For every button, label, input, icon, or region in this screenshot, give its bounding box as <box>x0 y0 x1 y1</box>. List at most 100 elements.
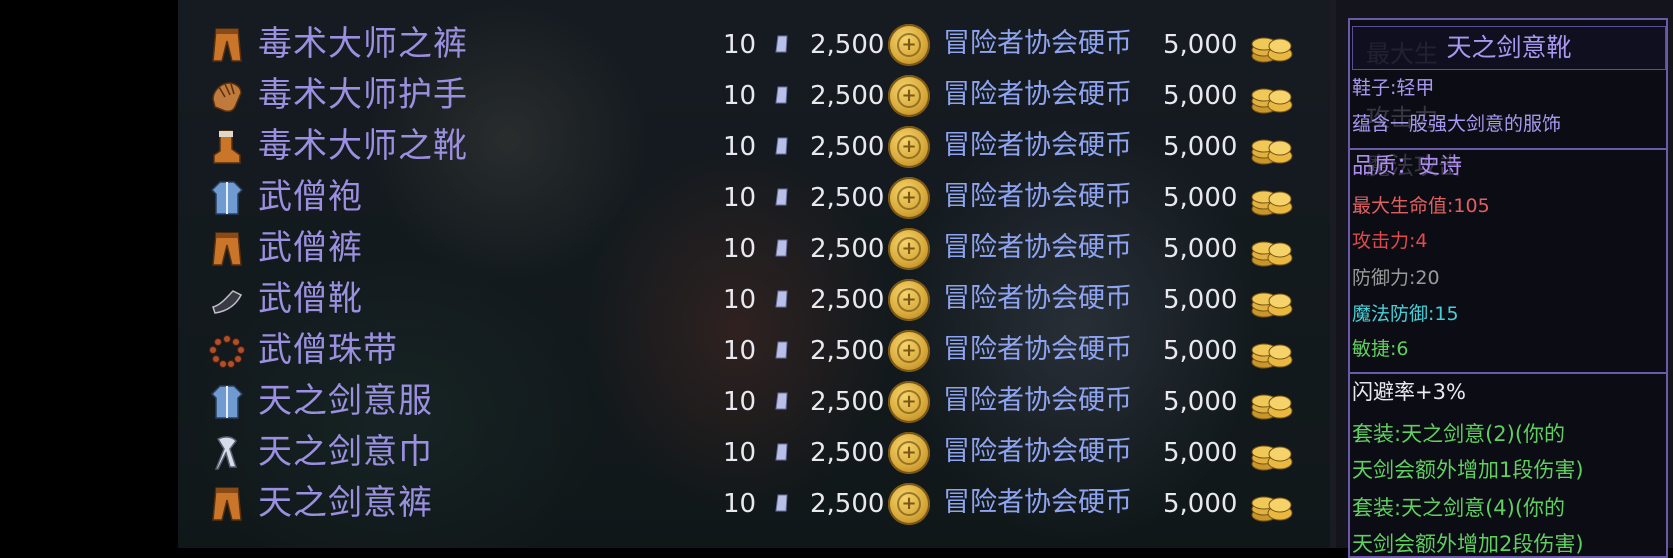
gold-coin-icon: + <box>888 483 930 525</box>
bead-necklace-icon <box>208 332 246 370</box>
tooltip-description: 蕴含一股强大剑意的服饰 <box>1352 113 1562 135</box>
crystal-icon <box>775 86 788 104</box>
currency-name: 冒险者协会硬币 <box>943 130 1132 161</box>
currency-amount: 5,000 <box>1163 285 1238 315</box>
item-price: 2,500 <box>810 132 885 162</box>
coin-stack-icon <box>1251 496 1293 522</box>
item-name: 天之剑意巾 <box>258 432 433 472</box>
glove-icon <box>208 77 246 115</box>
item-name: 武僧裤 <box>258 228 363 268</box>
gold-coin-icon: + <box>888 177 930 219</box>
crystal-icon <box>775 239 788 257</box>
currency-name: 冒险者协会硬币 <box>943 436 1132 467</box>
crystal-icon <box>775 188 788 206</box>
item-quantity: 10 <box>723 285 757 315</box>
item-price: 2,500 <box>810 438 885 468</box>
item-name: 天之剑意裤 <box>258 483 433 523</box>
coin-stack-icon <box>1251 292 1293 318</box>
shop-item-row[interactable]: 毒术大师之靴 10 2,500 + 冒险者协会硬币 5,000 <box>178 120 1330 174</box>
tooltip-set-bonus: 天剑会额外增加2段伤害) <box>1352 532 1584 556</box>
item-quantity: 10 <box>723 234 757 264</box>
shop-item-row[interactable]: 武僧珠带 10 2,500 + 冒险者协会硬币 5,000 <box>178 324 1330 378</box>
crystal-icon <box>775 137 788 155</box>
item-price: 2,500 <box>810 183 885 213</box>
tooltip-set-bonus: 套装:天之剑意(2)(你的 <box>1352 422 1566 446</box>
currency-amount: 5,000 <box>1163 387 1238 417</box>
currency-amount: 5,000 <box>1163 336 1238 366</box>
gold-coin-icon: + <box>888 279 930 321</box>
item-price: 2,500 <box>810 234 885 264</box>
currency-amount: 5,000 <box>1163 234 1238 264</box>
currency-name: 冒险者协会硬币 <box>943 487 1132 518</box>
item-quantity: 10 <box>723 438 757 468</box>
gold-coin-icon: + <box>888 330 930 372</box>
gold-coin-icon: + <box>888 381 930 423</box>
item-quantity: 10 <box>723 81 757 111</box>
shop-item-row[interactable]: 天之剑意巾 10 2,500 + 冒险者协会硬币 5,000 <box>178 426 1330 480</box>
item-price: 2,500 <box>810 30 885 60</box>
currency-name: 冒险者协会硬币 <box>943 181 1132 212</box>
gold-coin-icon: + <box>888 24 930 66</box>
shop-item-row[interactable]: 毒术大师之裤 10 2,500 + 冒险者协会硬币 5,000 <box>178 18 1330 72</box>
gold-coin-icon: + <box>888 432 930 474</box>
coin-stack-icon <box>1251 241 1293 267</box>
item-price: 2,500 <box>810 81 885 111</box>
crystal-icon <box>775 392 788 410</box>
currency-amount: 5,000 <box>1163 30 1238 60</box>
robe-icon <box>208 383 246 421</box>
coin-stack-icon <box>1251 190 1293 216</box>
gold-coin-icon: + <box>888 228 930 270</box>
crystal-icon <box>775 35 788 53</box>
currency-name: 冒险者协会硬币 <box>943 283 1132 314</box>
tooltip-stat-agility: 敏捷:6 <box>1352 338 1409 360</box>
coin-stack-icon <box>1251 343 1293 369</box>
currency-amount: 5,000 <box>1163 132 1238 162</box>
item-name: 武僧袍 <box>258 177 363 217</box>
scarf-icon <box>208 434 246 472</box>
item-name: 武僧珠带 <box>258 330 398 370</box>
tooltip-stat-attack: 攻击力:4 <box>1352 230 1428 252</box>
tooltip-stat-defense: 防御力:20 <box>1352 267 1440 289</box>
shoe-icon <box>208 281 246 319</box>
tooltip-item-type: 鞋子:轻甲 <box>1352 77 1435 99</box>
currency-amount: 5,000 <box>1163 438 1238 468</box>
item-name: 毒术大师之裤 <box>258 24 468 64</box>
crystal-icon <box>775 290 788 308</box>
currency-amount: 5,000 <box>1163 183 1238 213</box>
gold-coin-icon: + <box>888 126 930 168</box>
currency-name: 冒险者协会硬币 <box>943 385 1132 416</box>
item-quantity: 10 <box>723 30 757 60</box>
shop-item-list: 毒术大师之裤 10 2,500 + 冒险者协会硬币 5,000 毒术大师护手 10 2,500 +… <box>178 0 1330 548</box>
shop-item-row[interactable]: 毒术大师护手 10 2,500 + 冒险者协会硬币 5,000 <box>178 69 1330 123</box>
tooltip-separator <box>1348 148 1668 150</box>
tooltip-stat-hp: 最大生命值:105 <box>1352 195 1490 217</box>
item-price: 2,500 <box>810 336 885 366</box>
tooltip-set-bonus: 套装:天之剑意(4)(你的 <box>1352 496 1566 520</box>
shop-item-row[interactable]: 天之剑意裤 10 2,500 + 冒险者协会硬币 5,000 <box>178 477 1330 531</box>
item-name: 毒术大师之靴 <box>258 126 468 166</box>
robe-icon <box>208 179 246 217</box>
left-margin <box>0 0 178 548</box>
currency-amount: 5,000 <box>1163 489 1238 519</box>
gold-coin-icon: + <box>888 75 930 117</box>
shop-item-row[interactable]: 武僧靴 10 2,500 + 冒险者协会硬币 5,000 <box>178 273 1330 327</box>
pants-icon <box>208 26 246 64</box>
item-name: 武僧靴 <box>258 279 363 319</box>
tooltip-separator <box>1348 372 1668 374</box>
boot-icon <box>208 128 246 166</box>
coin-stack-icon <box>1251 88 1293 114</box>
currency-name: 冒险者协会硬币 <box>943 79 1132 110</box>
item-price: 2,500 <box>810 489 885 519</box>
item-name: 天之剑意服 <box>258 381 433 421</box>
currency-amount: 5,000 <box>1163 81 1238 111</box>
item-quantity: 10 <box>723 132 757 162</box>
tooltip-evasion: 闪避率+3% <box>1352 380 1466 404</box>
crystal-icon <box>775 494 788 512</box>
item-name: 毒术大师护手 <box>258 75 468 115</box>
shop-item-row[interactable]: 天之剑意服 10 2,500 + 冒险者协会硬币 5,000 <box>178 375 1330 429</box>
item-quantity: 10 <box>723 489 757 519</box>
currency-name: 冒险者协会硬币 <box>943 232 1132 263</box>
currency-name: 冒险者协会硬币 <box>943 28 1132 59</box>
shop-item-row[interactable]: 武僧袍 10 2,500 + 冒险者协会硬币 5,000 <box>178 171 1330 225</box>
shop-item-row[interactable]: 武僧裤 10 2,500 + 冒险者协会硬币 5,000 <box>178 222 1330 276</box>
